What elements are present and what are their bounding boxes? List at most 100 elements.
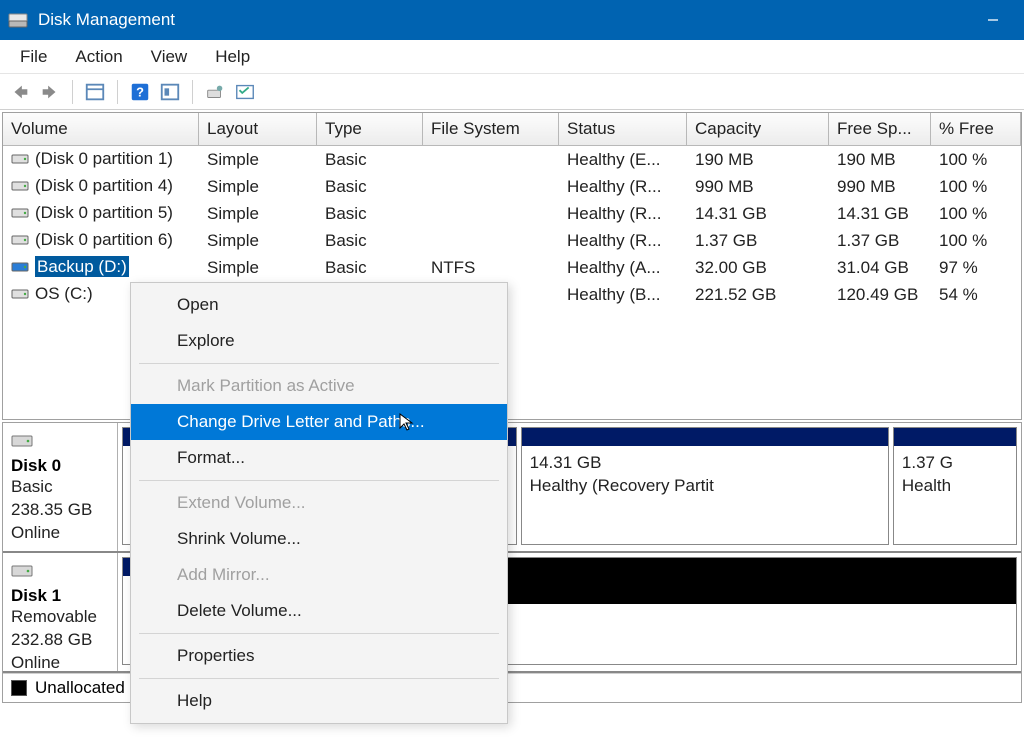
menu-help[interactable]: Help [201,43,264,71]
volume-type: Basic [317,175,423,199]
disk-type: Removable [11,606,109,629]
volume-status: Healthy (R... [559,175,687,199]
context-menu-item[interactable]: Shrink Volume... [131,521,507,557]
col-capacity[interactable]: Capacity [687,113,829,146]
drive-icon [11,177,29,197]
menu-file[interactable]: File [6,43,61,71]
disk-label: Disk 1Removable232.88 GBOnline [3,553,118,671]
volume-capacity: 990 MB [687,175,829,199]
col-layout[interactable]: Layout [199,113,317,146]
volume-layout: Simple [199,256,317,280]
disk-size: 232.88 GB [11,629,109,652]
volume-row[interactable]: (Disk 0 partition 5)SimpleBasicHealthy (… [3,200,1021,227]
disk-icon [11,431,109,454]
drive-icon [11,204,29,224]
partition[interactable]: 14.31 GBHealthy (Recovery Partit [521,427,889,545]
volume-layout: Simple [199,175,317,199]
context-menu-item: Add Mirror... [131,557,507,593]
volume-type: Basic [317,256,423,280]
disk-size: 238.35 GB [11,499,109,522]
volume-capacity: 221.52 GB [687,283,829,307]
volume-fs [423,212,559,216]
toolbar-icon-1[interactable] [81,79,109,105]
volume-pct: 100 % [931,175,1021,199]
context-menu-item: Mark Partition as Active [131,368,507,404]
volume-free: 14.31 GB [829,202,931,226]
volume-pct: 100 % [931,229,1021,253]
context-menu: OpenExplore Mark Partition as ActiveChang… [130,282,508,724]
col-free[interactable]: Free Sp... [829,113,931,146]
volume-name: Backup (D:) [35,256,129,277]
volume-name: (Disk 0 partition 5) [35,203,173,222]
col-status[interactable]: Status [559,113,687,146]
volume-free: 990 MB [829,175,931,199]
disk-name: Disk 0 [11,456,109,476]
menubar: File Action View Help [0,40,1024,74]
toolbar-icon-3[interactable] [201,79,229,105]
context-menu-item[interactable]: Change Drive Letter and Paths... [131,404,507,440]
volume-status: Healthy (R... [559,229,687,253]
context-menu-item[interactable]: Format... [131,440,507,476]
menu-view[interactable]: View [137,43,202,71]
volume-pct: 97 % [931,256,1021,280]
context-menu-item[interactable]: Help [131,683,507,719]
volume-status: Healthy (A... [559,256,687,280]
drive-icon [11,285,29,305]
context-menu-divider [139,633,499,634]
volume-type: Basic [317,148,423,172]
col-volume[interactable]: Volume [3,113,199,146]
svg-text:?: ? [136,84,144,99]
disk-icon [11,561,109,584]
toolbar-icon-2[interactable] [156,79,184,105]
disk-state: Online [11,652,109,675]
partition[interactable]: 1.37 GHealth [893,427,1017,545]
volume-status: Healthy (E... [559,148,687,172]
volume-row[interactable]: Backup (D:)SimpleBasicNTFSHealthy (A...3… [3,254,1021,281]
partition-header-primary [522,428,888,446]
volume-name: (Disk 0 partition 6) [35,230,173,249]
col-pct[interactable]: % Free [931,113,1021,146]
menu-action[interactable]: Action [61,43,136,71]
volume-pct: 100 % [931,202,1021,226]
context-menu-divider [139,678,499,679]
partition-header-primary [894,428,1016,446]
volume-layout: Simple [199,202,317,226]
disk-type: Basic [11,476,109,499]
context-menu-divider [139,363,499,364]
app-icon [8,11,28,29]
drive-icon [11,258,29,278]
context-menu-divider [139,480,499,481]
forward-button[interactable] [36,79,64,105]
volume-layout: Simple [199,229,317,253]
help-icon[interactable]: ? [126,79,154,105]
partition-line1: 14.31 GB [530,452,880,475]
titlebar: Disk Management [0,0,1024,40]
volume-type: Basic [317,229,423,253]
context-menu-item[interactable]: Properties [131,638,507,674]
volume-row[interactable]: (Disk 0 partition 6) SimpleBasic Healthy (… [3,227,1021,254]
disk-label: Disk 0Basic238.35 GBOnline [3,423,118,551]
volume-name: OS (C:) [35,284,93,303]
context-menu-item[interactable]: Open [131,287,507,323]
back-button[interactable] [6,79,34,105]
volume-free: 31.04 GB [829,256,931,280]
disk-name: Disk 1 [11,586,109,606]
volume-name: (Disk 0 partition 4) [35,176,173,195]
context-menu-item[interactable]: Delete Volume... [131,593,507,629]
volume-type: Basic [317,202,423,226]
toolbar: ? [0,74,1024,110]
volume-row[interactable]: (Disk 0 partition 4) SimpleBasic Healthy (… [3,173,1021,200]
partition-line2: Health [902,475,1008,498]
volume-fs [423,158,559,162]
volume-capacity: 190 MB [687,148,829,172]
volume-free: 190 MB [829,148,931,172]
volume-capacity: 1.37 GB [687,229,829,253]
minimize-button[interactable] [970,0,1016,40]
context-menu-item[interactable]: Explore [131,323,507,359]
toolbar-icon-4[interactable] [231,79,259,105]
col-fs[interactable]: File System [423,113,559,146]
col-type[interactable]: Type [317,113,423,146]
volume-fs [423,185,559,189]
volume-row[interactable]: (Disk 0 partition 1)SimpleBasicHealthy (… [3,146,1021,173]
legend-swatch-unallocated [11,680,27,696]
